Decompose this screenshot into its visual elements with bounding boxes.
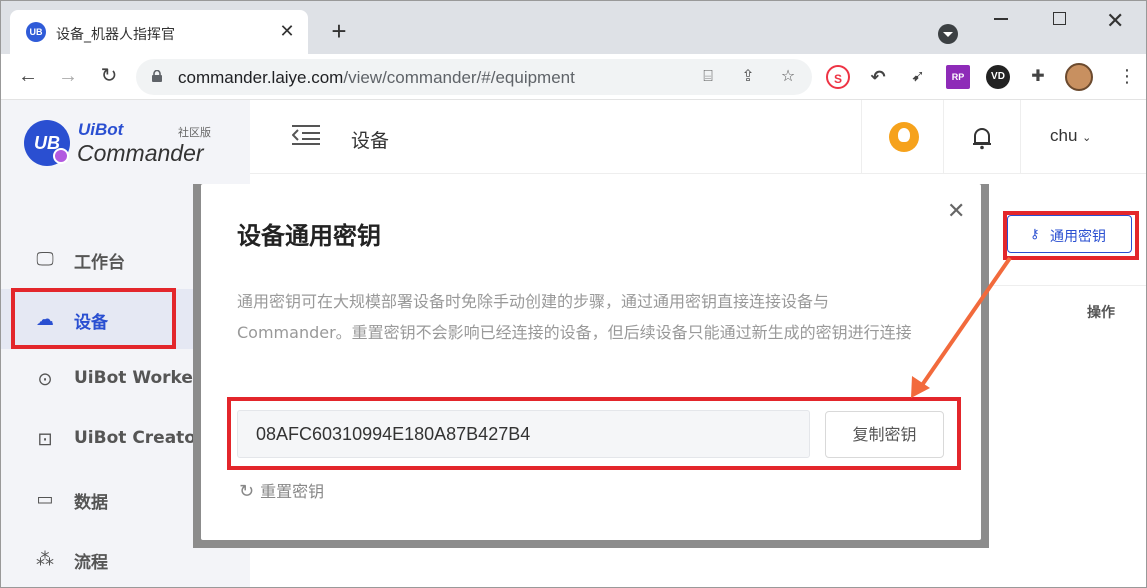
extension-vd-icon[interactable]: VD bbox=[986, 65, 1010, 89]
refresh-icon: ↻ bbox=[239, 481, 255, 502]
extension-rp-icon[interactable]: RP bbox=[946, 65, 970, 89]
page-title: 设备 bbox=[351, 130, 390, 152]
lock-icon bbox=[152, 70, 162, 82]
window-close-icon[interactable]: ✕ bbox=[1106, 8, 1124, 34]
modal-description: 通用密钥可在大规模部署设备时免除手动创建的步骤，通过通用密钥直接连接设备与Com… bbox=[237, 292, 912, 342]
logo-uibot-text: UiBot bbox=[78, 120, 124, 139]
app-header: 设备 chu ⌄ bbox=[250, 100, 1147, 174]
new-tab-icon[interactable]: + bbox=[326, 18, 352, 44]
bookmark-star-icon[interactable]: ☆ bbox=[778, 67, 798, 87]
monitor-icon: 🖵 bbox=[36, 249, 54, 269]
extension-cursor-icon[interactable]: ➹ bbox=[906, 65, 930, 89]
highlight-key-field bbox=[227, 397, 961, 470]
table-divider bbox=[990, 285, 1147, 286]
share-icon[interactable]: ⇪ bbox=[738, 67, 758, 87]
browser-toolbar: ← → ↻ commander.laiye.com/view/commander… bbox=[0, 54, 1147, 100]
tab-title: 设备_机器人指挥官 bbox=[56, 27, 175, 43]
bell-icon[interactable] bbox=[970, 126, 994, 150]
collapse-menu-icon[interactable] bbox=[292, 124, 320, 146]
reset-key-link[interactable]: ↻ 重置密钥 bbox=[239, 478, 324, 502]
highlight-devices-menu bbox=[11, 288, 176, 349]
tab-close-icon[interactable]: ✕ bbox=[276, 20, 298, 42]
header-divider bbox=[943, 100, 944, 174]
user-menu[interactable]: chu ⌄ bbox=[1050, 126, 1091, 146]
forward-icon[interactable]: → bbox=[56, 64, 80, 88]
translate-icon[interactable]: ⌸ bbox=[698, 67, 718, 87]
browser-tabstrip: UB 设备_机器人指挥官 ✕ + ✕ bbox=[0, 0, 1147, 54]
sidebar-item-label: 流程 bbox=[74, 553, 108, 573]
header-divider bbox=[861, 100, 862, 174]
modal-title: 设备通用密钥 bbox=[237, 222, 381, 250]
sidebar-item-label: 数据 bbox=[74, 493, 108, 513]
reset-key-label: 重置密钥 bbox=[260, 482, 325, 501]
address-bar[interactable]: commander.laiye.com/view/commander/#/equ… bbox=[136, 59, 812, 95]
robot-icon: ⊙ bbox=[37, 369, 53, 389]
highlight-common-key-button bbox=[1003, 211, 1139, 260]
logo-dot bbox=[53, 148, 69, 164]
extensions-puzzle-icon[interactable]: ✚ bbox=[1026, 65, 1050, 89]
reload-icon[interactable]: ↻ bbox=[97, 64, 121, 88]
table-header-operations: 操作 bbox=[1087, 305, 1115, 321]
sidebar-item-label: 工作台 bbox=[74, 253, 125, 273]
logo-commander-text: Commander bbox=[77, 140, 204, 166]
profile-avatar[interactable] bbox=[1065, 63, 1093, 91]
extension-s-icon[interactable]: S bbox=[826, 65, 850, 89]
terminal-icon: ⊡ bbox=[37, 429, 53, 449]
tab-search-icon[interactable] bbox=[938, 24, 958, 44]
extension-reply-icon[interactable]: ↶ bbox=[866, 65, 890, 89]
lightbulb-icon[interactable] bbox=[889, 122, 919, 152]
browser-tab[interactable]: UB 设备_机器人指挥官 ✕ bbox=[10, 10, 308, 54]
chevron-down-icon: ⌄ bbox=[1082, 132, 1092, 144]
folder-icon: ▭ bbox=[36, 489, 54, 509]
close-icon[interactable]: ✕ bbox=[947, 198, 965, 224]
window-minimize-icon[interactable] bbox=[994, 18, 1008, 20]
flow-icon: ⁂ bbox=[36, 549, 54, 569]
window-maximize-icon[interactable] bbox=[1053, 12, 1066, 25]
header-divider bbox=[1020, 100, 1021, 174]
sidebar-item-label: UiBot Creator bbox=[74, 428, 205, 448]
sidebar-item-label: UiBot Worker bbox=[74, 368, 202, 388]
chrome-menu-icon[interactable]: ⋮ bbox=[1118, 66, 1136, 87]
back-icon[interactable]: ← bbox=[16, 64, 40, 88]
url-text: commander.laiye.com/view/commander/#/equ… bbox=[178, 68, 575, 87]
tab-favicon: UB bbox=[26, 22, 46, 42]
common-key-modal: 设备通用密钥 ✕ 通用密钥可在大规模部署设备时免除手动创建的步骤，通过通用密钥直… bbox=[201, 184, 981, 540]
logo-edition: 社区版 bbox=[178, 126, 211, 139]
